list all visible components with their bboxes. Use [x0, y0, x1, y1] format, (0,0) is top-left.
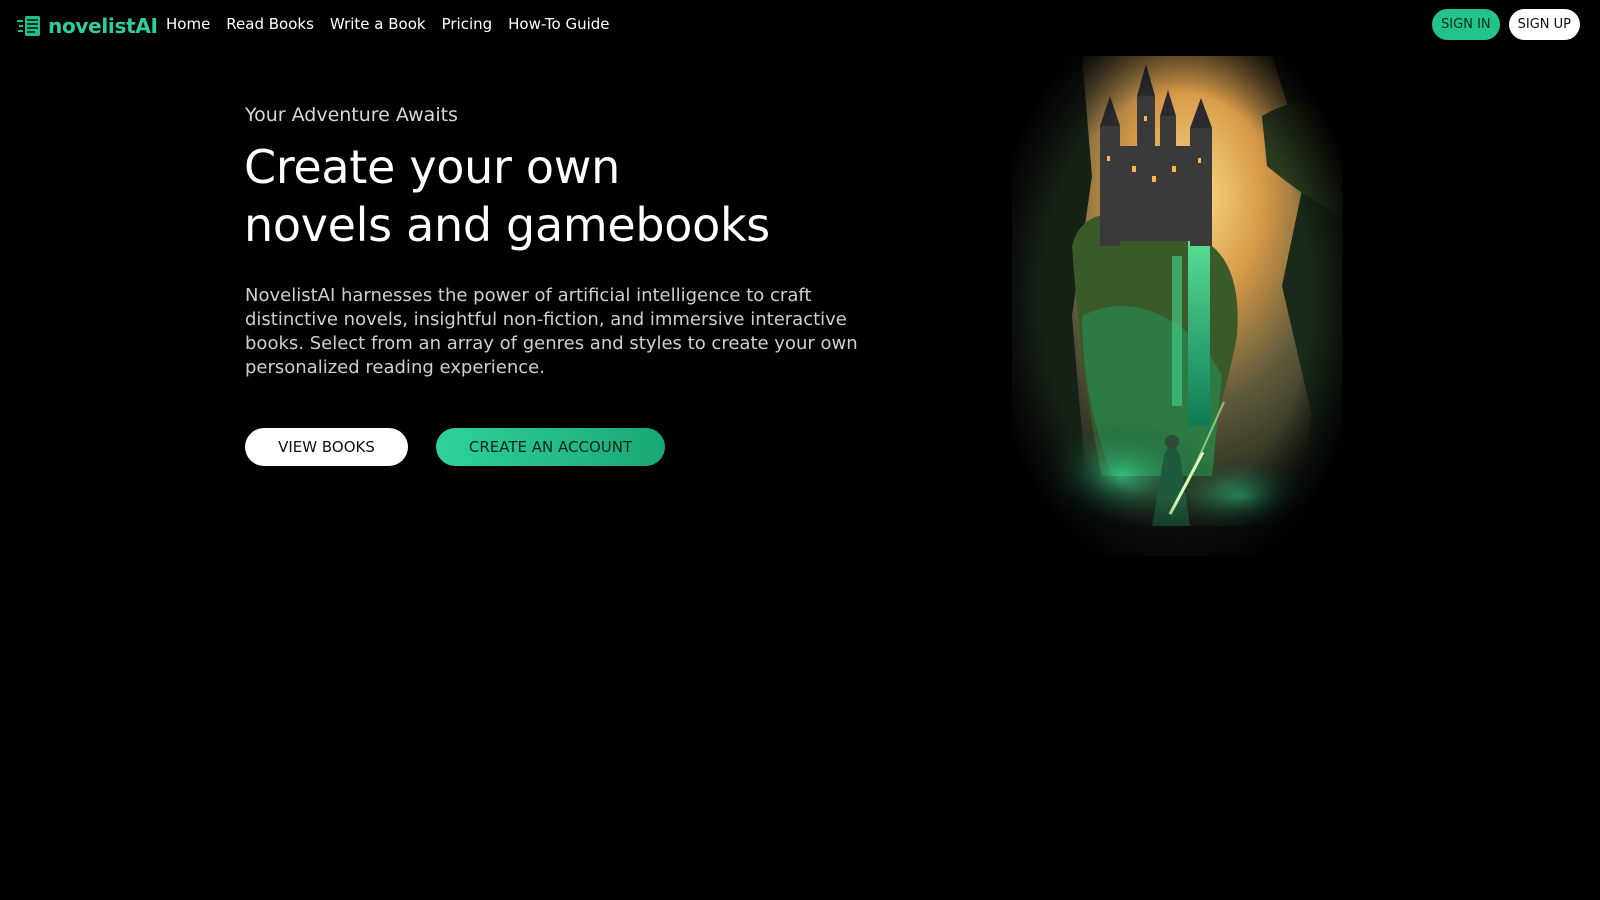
- hero-illustration: [1012, 56, 1342, 556]
- sign-up-button[interactable]: SIGN UP: [1508, 9, 1580, 40]
- book-pages-icon: [17, 16, 40, 36]
- nav-home[interactable]: Home: [166, 15, 210, 33]
- top-navbar: novelistAI Home Read Books Write a Book …: [0, 0, 1600, 50]
- hero-description: NovelistAI harnesses the power of artifi…: [245, 285, 858, 378]
- hero-eyebrow: Your Adventure Awaits: [245, 104, 458, 126]
- main-nav: Home Read Books Write a Book Pricing How…: [166, 15, 610, 33]
- landing-page: novelistAI Home Read Books Write a Book …: [0, 0, 1600, 900]
- brand-logo-link[interactable]: novelistAI: [16, 12, 158, 40]
- view-books-button[interactable]: VIEW BOOKS: [245, 428, 408, 466]
- hero-title-line-2: novels and gamebooks: [244, 198, 770, 252]
- hero-title: Create your own novels and gamebooks: [244, 138, 864, 254]
- hero-title-line-1: Create your own: [244, 140, 620, 194]
- nav-pricing[interactable]: Pricing: [442, 15, 493, 33]
- create-account-button[interactable]: CREATE AN ACCOUNT: [436, 428, 665, 466]
- brand-name: novelistAI: [48, 14, 158, 38]
- nav-read-books[interactable]: Read Books: [226, 15, 314, 33]
- nav-how-to-guide[interactable]: How-To Guide: [508, 15, 609, 33]
- fantasy-castle-cliff-knight-image: [1012, 56, 1342, 556]
- sign-in-button[interactable]: SIGN IN: [1432, 9, 1500, 40]
- nav-write-a-book[interactable]: Write a Book: [330, 15, 426, 33]
- auth-buttons: SIGN IN SIGN UP: [1432, 9, 1580, 40]
